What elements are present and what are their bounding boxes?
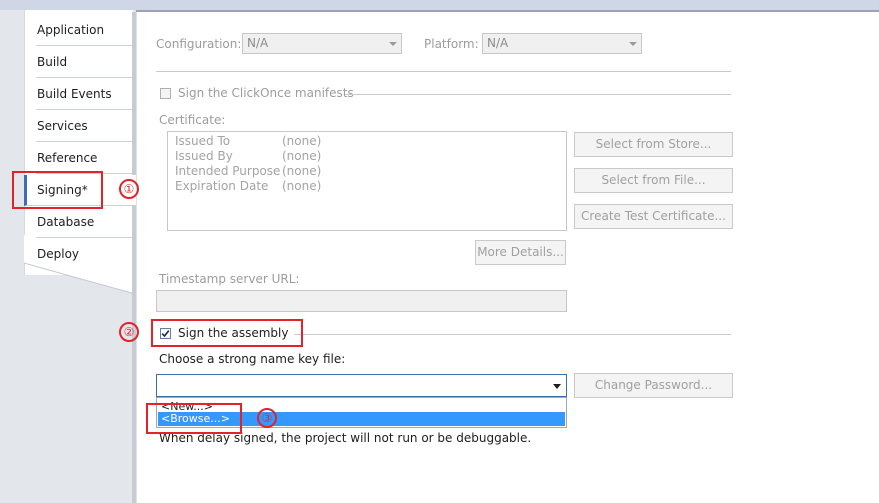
cert-expiration-key: Expiration Date <box>175 179 269 193</box>
cert-expiration-value: (none) <box>282 179 322 193</box>
nav-item-build[interactable]: Build <box>36 47 132 78</box>
cert-issued-to-value: (none) <box>282 134 322 148</box>
platform-label: Platform: <box>424 37 479 51</box>
nav-item-reference-paths[interactable]: Reference Paths <box>36 143 132 196</box>
configuration-value: N/A <box>247 36 269 50</box>
cert-issued-by-key: Issued By <box>175 149 233 163</box>
cert-issued-to-key: Issued To <box>175 134 231 148</box>
more-details-button[interactable]: More Details... <box>475 240 566 265</box>
create-test-certificate-button[interactable]: Create Test Certificate... <box>574 204 733 229</box>
annotation-box-signing <box>12 171 103 209</box>
nav-item-label: Build Events <box>37 87 112 101</box>
nav-item-application[interactable]: Application <box>36 15 132 46</box>
nav-divider <box>132 12 136 503</box>
platform-value: N/A <box>487 36 509 50</box>
cert-intended-purpose-value: (none) <box>282 164 322 178</box>
annotation-marker-3: ③ <box>257 408 277 428</box>
nav-item-database[interactable]: Database <box>36 207 132 238</box>
key-file-label: Choose a strong name key file: <box>159 352 346 366</box>
platform-dropdown[interactable]: N/A <box>482 33 642 54</box>
sign-clickonce-label: Sign the ClickOnce manifests <box>178 86 354 100</box>
chevron-down-icon <box>389 42 397 46</box>
nav-item-services[interactable]: Services <box>36 111 132 142</box>
chevron-down-icon <box>629 42 637 46</box>
window-top-strip <box>0 0 879 10</box>
annotation-box-browse <box>146 403 242 434</box>
change-password-button[interactable]: Change Password... <box>574 373 733 398</box>
chevron-down-icon <box>553 384 561 389</box>
configuration-dropdown[interactable]: N/A <box>242 33 402 54</box>
annotation-box-sign-assembly <box>151 319 303 347</box>
annotation-marker-1: ① <box>119 179 139 199</box>
nav-item-build-events[interactable]: Build Events <box>36 79 132 110</box>
nav-item-deploy[interactable]: Deploy <box>36 239 132 270</box>
cert-issued-by-value: (none) <box>282 149 322 163</box>
nav-item-label: Database <box>37 215 95 229</box>
certificate-label: Certificate: <box>159 113 226 127</box>
timestamp-url-input[interactable] <box>156 290 567 312</box>
select-from-store-button[interactable]: Select from Store... <box>574 132 733 157</box>
certificate-details-box: Issued To (none) Issued By (none) Intend… <box>167 131 567 231</box>
nav-item-label: Build <box>37 55 68 69</box>
annotation-marker-2: ② <box>119 322 139 342</box>
toolbar-separator <box>156 71 731 72</box>
strong-name-key-dropdown[interactable] <box>156 374 567 397</box>
clickonce-group-line <box>345 94 731 95</box>
select-from-file-button[interactable]: Select from File... <box>574 168 733 193</box>
nav-item-label: Services <box>37 119 88 133</box>
nav-item-label: Application <box>37 23 105 37</box>
sign-clickonce-checkbox[interactable] <box>160 88 171 99</box>
configuration-label: Configuration: <box>156 37 242 51</box>
assembly-group-line <box>294 334 731 335</box>
cert-intended-purpose-key: Intended Purpose <box>175 164 281 178</box>
timestamp-url-label: Timestamp server URL: <box>159 272 300 286</box>
nav-item-label: Deploy <box>37 247 80 261</box>
